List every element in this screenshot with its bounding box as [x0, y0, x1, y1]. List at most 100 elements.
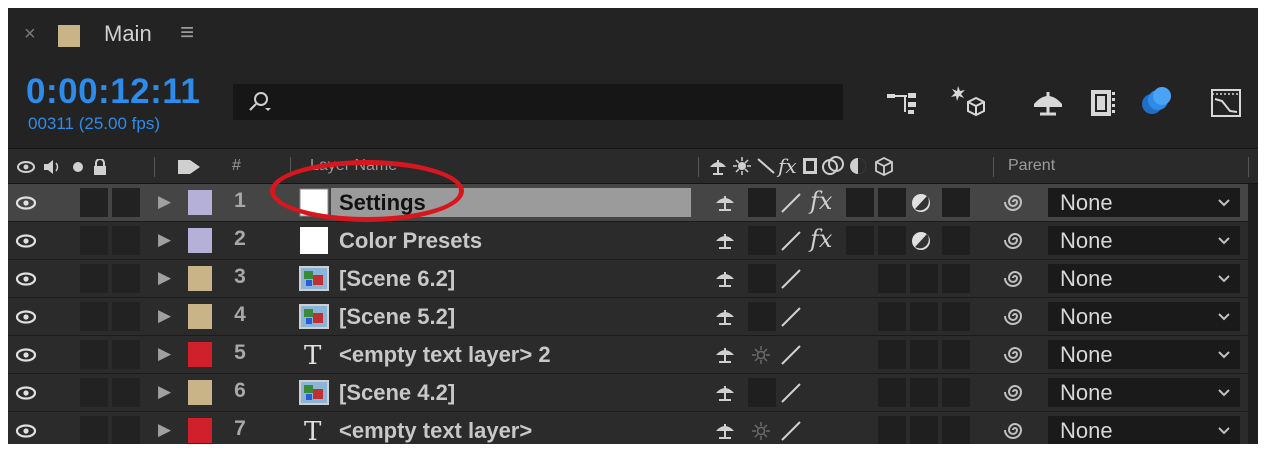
- lock-toggle[interactable]: [112, 340, 140, 369]
- label-color-swatch[interactable]: [188, 418, 212, 443]
- solo-toggle[interactable]: [80, 340, 108, 369]
- pick-whip-icon[interactable]: [1003, 266, 1027, 290]
- layer-row[interactable]: ▶ 6 [Scene 4.2] None: [8, 374, 1258, 412]
- eye-icon[interactable]: [14, 231, 38, 251]
- shy-switch-icon[interactable]: [713, 306, 737, 326]
- pick-whip-icon[interactable]: [1003, 304, 1027, 328]
- adjustment-switch[interactable]: [910, 302, 938, 331]
- 3d-switch[interactable]: [942, 226, 970, 255]
- solo-toggle[interactable]: [80, 188, 108, 217]
- solo-toggle[interactable]: [80, 302, 108, 331]
- lock-toggle[interactable]: [112, 188, 140, 217]
- collapse-switch[interactable]: [748, 264, 776, 293]
- graph-editor-icon[interactable]: [1206, 82, 1246, 122]
- pick-whip-icon[interactable]: [1003, 342, 1027, 366]
- twirl-triangle-icon[interactable]: ▶: [158, 230, 171, 250]
- collapse-switch[interactable]: [748, 378, 776, 407]
- lock-toggle[interactable]: [112, 302, 140, 331]
- pick-whip-icon[interactable]: [1003, 418, 1027, 442]
- quality-switch-icon[interactable]: [780, 382, 802, 404]
- motion-blur-switch[interactable]: [878, 416, 906, 444]
- eye-icon[interactable]: [14, 193, 38, 213]
- layer-name-column-header[interactable]: Layer Name: [310, 149, 397, 183]
- pick-whip-icon[interactable]: [1003, 228, 1027, 252]
- motion-blur-icon[interactable]: [1136, 82, 1176, 122]
- pick-whip-icon[interactable]: [1003, 190, 1027, 214]
- 3d-switch[interactable]: [942, 302, 970, 331]
- label-color-swatch[interactable]: [188, 380, 212, 405]
- shy-switch-icon[interactable]: [713, 230, 737, 250]
- frame-blend-switch[interactable]: [846, 188, 874, 217]
- twirl-triangle-icon[interactable]: ▶: [158, 420, 171, 440]
- parent-dropdown[interactable]: None: [1048, 340, 1240, 369]
- eye-icon[interactable]: [14, 269, 38, 289]
- layer-name[interactable]: [Scene 4.2]: [331, 378, 463, 407]
- motion-blur-switch[interactable]: [878, 302, 906, 331]
- shy-switch-icon[interactable]: [713, 192, 737, 212]
- parent-dropdown[interactable]: None: [1048, 378, 1240, 407]
- layer-name[interactable]: Color Presets: [331, 226, 490, 255]
- pick-whip-icon[interactable]: [1003, 380, 1027, 404]
- motion-blur-switch[interactable]: [878, 340, 906, 369]
- draft-3d-icon[interactable]: [948, 82, 988, 122]
- layer-row[interactable]: ▶ 5 T <empty text layer> 2 None: [8, 336, 1258, 374]
- lock-toggle[interactable]: [112, 226, 140, 255]
- adjustment-switch-icon[interactable]: [910, 230, 932, 252]
- collapse-switch-icon[interactable]: [750, 420, 772, 442]
- label-color-swatch[interactable]: [188, 304, 212, 329]
- layer-name[interactable]: [Scene 6.2]: [331, 264, 463, 293]
- parent-dropdown[interactable]: None: [1048, 226, 1240, 255]
- motion-blur-switch[interactable]: [878, 188, 906, 217]
- frame-blending-icon[interactable]: [1083, 82, 1123, 122]
- fx-switch-icon[interactable]: fx: [808, 187, 838, 217]
- layer-name[interactable]: [Scene 5.2]: [331, 302, 463, 331]
- solo-toggle[interactable]: [80, 378, 108, 407]
- eye-icon[interactable]: [14, 307, 38, 327]
- solo-toggle[interactable]: [80, 264, 108, 293]
- 3d-switch[interactable]: [942, 378, 970, 407]
- hamburger-icon[interactable]: ≡: [180, 19, 194, 47]
- parent-column-header[interactable]: Parent: [1008, 149, 1055, 183]
- motion-blur-switch[interactable]: [878, 378, 906, 407]
- comp-flowchart-icon[interactable]: [883, 82, 923, 122]
- parent-dropdown[interactable]: None: [1048, 416, 1240, 444]
- twirl-triangle-icon[interactable]: ▶: [158, 268, 171, 288]
- shy-switch-icon[interactable]: [713, 420, 737, 440]
- collapse-switch[interactable]: [748, 302, 776, 331]
- twirl-triangle-icon[interactable]: ▶: [158, 192, 171, 212]
- quality-switch-icon[interactable]: [780, 344, 802, 366]
- 3d-switch[interactable]: [942, 416, 970, 444]
- label-color-swatch[interactable]: [188, 228, 212, 253]
- quality-switch-icon[interactable]: [780, 230, 802, 252]
- shy-icon[interactable]: [1028, 82, 1068, 122]
- layer-name[interactable]: <empty text layer> 2: [331, 340, 559, 369]
- layer-row[interactable]: ▶ 3 [Scene 6.2] None: [8, 260, 1258, 298]
- 3d-switch[interactable]: [942, 264, 970, 293]
- adjustment-switch-icon[interactable]: [910, 192, 932, 214]
- shy-switch-icon[interactable]: [713, 344, 737, 364]
- fx-switch-icon[interactable]: fx: [808, 225, 838, 255]
- label-color-swatch[interactable]: [188, 190, 212, 215]
- adjustment-switch[interactable]: [910, 416, 938, 444]
- adjustment-switch[interactable]: [910, 378, 938, 407]
- motion-blur-switch[interactable]: [878, 226, 906, 255]
- collapse-switch-icon[interactable]: [750, 344, 772, 366]
- twirl-triangle-icon[interactable]: ▶: [158, 306, 171, 326]
- layer-row[interactable]: ▶ 2 Color Presets fx None: [8, 222, 1258, 260]
- adjustment-switch[interactable]: [910, 264, 938, 293]
- layer-row[interactable]: ▶ 4 [Scene 5.2] None: [8, 298, 1258, 336]
- layer-name[interactable]: <empty text layer>: [331, 416, 540, 444]
- 3d-switch[interactable]: [942, 340, 970, 369]
- number-column-header[interactable]: #: [232, 149, 241, 183]
- lock-toggle[interactable]: [112, 416, 140, 444]
- lock-toggle[interactable]: [112, 378, 140, 407]
- label-color-swatch[interactable]: [188, 342, 212, 367]
- close-icon[interactable]: ×: [24, 24, 36, 44]
- 3d-switch[interactable]: [942, 188, 970, 217]
- vertical-scrollbar[interactable]: [1248, 184, 1258, 444]
- quality-switch-icon[interactable]: [780, 306, 802, 328]
- twirl-triangle-icon[interactable]: ▶: [158, 382, 171, 402]
- current-time-display[interactable]: 0:00:12:11: [26, 72, 200, 112]
- search-icon[interactable]: [245, 88, 273, 116]
- search-input[interactable]: [233, 84, 843, 120]
